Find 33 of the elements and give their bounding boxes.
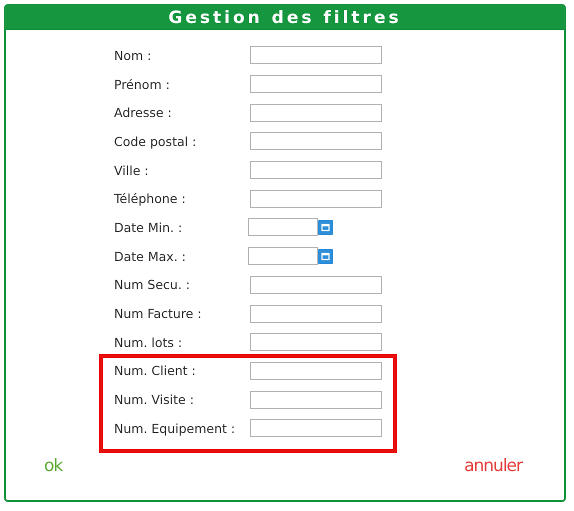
field-label: Date Min. : bbox=[114, 220, 184, 235]
input-field[interactable] bbox=[250, 46, 382, 64]
field-label: Num. Visite : bbox=[114, 392, 195, 408]
ok-button[interactable]: ok bbox=[44, 456, 62, 476]
input-field[interactable] bbox=[250, 333, 382, 352]
field-label: Date Max. : bbox=[114, 248, 187, 264]
input-field[interactable] bbox=[250, 276, 382, 294]
input-field[interactable] bbox=[250, 104, 382, 122]
window-title: Gestion des filtres bbox=[6, 6, 564, 30]
field-label: Num. Equipement : bbox=[114, 420, 236, 436]
field-label: Prénom : bbox=[114, 76, 171, 92]
input-field[interactable] bbox=[250, 419, 382, 438]
date-field[interactable] bbox=[248, 218, 318, 236]
input-field[interactable] bbox=[250, 362, 382, 380]
field-label: Num Facture : bbox=[114, 306, 203, 322]
field-label: Nom : bbox=[114, 48, 152, 63]
input-field[interactable] bbox=[250, 161, 382, 180]
field-label: Code postal : bbox=[114, 134, 198, 149]
input-field[interactable] bbox=[250, 132, 382, 150]
input-field[interactable] bbox=[250, 304, 382, 323]
field-label: Num Secu. : bbox=[114, 277, 192, 292]
field-label: Téléphone : bbox=[114, 191, 187, 206]
input-field[interactable] bbox=[250, 190, 382, 208]
field-label: Num. lots : bbox=[114, 334, 184, 350]
field-label: Adresse : bbox=[114, 105, 173, 120]
cancel-button[interactable]: annuler bbox=[464, 456, 522, 476]
date-field[interactable] bbox=[248, 247, 318, 266]
calendar-icon[interactable] bbox=[318, 220, 333, 235]
field-label: Num. Client : bbox=[114, 363, 197, 378]
field-label: Ville : bbox=[114, 162, 150, 178]
input-field[interactable] bbox=[250, 75, 382, 94]
input-field[interactable] bbox=[250, 390, 382, 409]
calendar-icon[interactable] bbox=[318, 248, 333, 264]
